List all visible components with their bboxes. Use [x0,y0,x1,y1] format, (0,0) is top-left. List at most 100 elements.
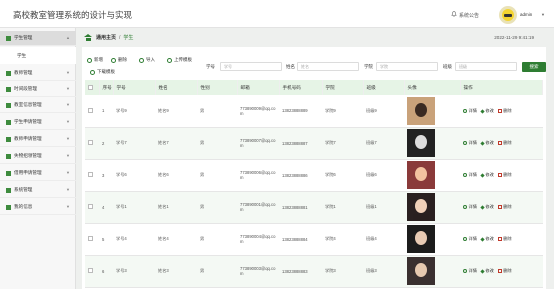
delete-row-button[interactable]: 删除 [497,108,512,114]
sidebar-item-time-slots[interactable]: 时间段管理 ▼ [0,82,76,97]
row-select-cell[interactable] [85,255,99,288]
chevron-down-icon: ▼ [66,102,70,107]
sidebar-item-borrow-requests[interactable]: 借用申请管理 ▼ [0,166,76,181]
delete-label: 删除 [503,235,512,241]
edit-button[interactable]: 修改 [480,236,494,242]
trash-icon [497,268,502,273]
row-checkbox[interactable] [88,107,93,113]
delete-row-button[interactable]: 删除 [497,140,512,146]
sidebar-item-teachers[interactable]: 教师管理 ▼ [0,66,76,81]
select-all-checkbox[interactable] [88,84,93,90]
table-row[interactable]: 1 学号9 姓名9 男 773890009@qq.com 13823888889 学院9 班级… [85,95,543,128]
cell-actions: 详情 修改 删除 [460,95,543,128]
cell-name: 姓名7 [155,127,197,160]
row-select-cell[interactable] [85,159,99,192]
view-details-button[interactable]: 详情 [463,108,477,114]
sidebar-subitem-students[interactable]: 学生 [0,47,76,64]
view-details-button[interactable]: 详情 [463,140,477,146]
delete-row-button[interactable]: 删除 [497,268,512,274]
table-row[interactable]: 6 学号3 姓名3 男 773890003@qq.com 13823888883 学院3 班级… [85,255,543,288]
user-avatar[interactable] [499,6,517,24]
edit-button[interactable]: 修改 [480,204,494,210]
delete-button[interactable]: 删除 [111,56,127,64]
row-checkbox[interactable] [88,268,93,273]
import-button[interactable]: 导入 [139,56,155,64]
row-checkbox[interactable] [88,140,93,145]
sidebar-item-my-info[interactable]: 我的信息 ▼ [0,200,76,215]
col-header: 性别 [197,80,238,95]
table-row[interactable]: 3 学号6 姓名6 男 773890006@qq.com 13823888886 学院6 班级… [85,159,543,192]
cell-college: 学院3 [322,255,363,288]
add-button[interactable]: 新增 [87,56,103,64]
sidebar-item-classrooms[interactable]: 教室信息管理 ▼ [0,98,76,113]
view-details-button[interactable]: 详情 [463,172,477,178]
cell-index: 5 [99,223,113,256]
edit-icon [480,205,485,210]
select-all-cell[interactable] [85,80,100,95]
delete-row-button[interactable]: 删除 [497,235,512,242]
sidebar-item-label: 借用申请管理 [14,170,42,175]
search-button[interactable]: 搜索 [522,62,546,72]
table-row[interactable]: 4 学号1 姓名1 男 773890001@qq.com 13823888881 学院1 班级… [85,191,543,224]
cell-avatar [404,191,460,224]
delete-label: 删除 [118,57,127,62]
row-select-cell[interactable] [85,191,99,224]
breadcrumb: 通用主页 / 学生 2022-11-29 9:41:19 [84,32,548,43]
upload-template-button[interactable]: 上传模板 [167,56,192,64]
breadcrumb-separator: / [119,34,121,41]
view-details-button[interactable]: 详情 [463,268,477,274]
home-icon[interactable] [84,34,92,41]
download-template-button[interactable]: 下载模板 [90,68,115,76]
row-select-cell[interactable] [85,95,99,128]
chevron-up-icon: ▲ [66,35,70,40]
row-checkbox[interactable] [88,236,93,241]
edit-button[interactable]: 修改 [480,268,494,274]
menu-grid-icon [6,70,11,76]
upload-label: 上传模板 [174,57,192,62]
sidebar-item-lost-found[interactable]: 失物招领管理 ▼ [0,149,76,164]
menu-grid-icon [6,153,11,159]
cell-index: 4 [99,191,113,224]
sidebar-item-label: 系统管理 [14,187,33,192]
notice-link[interactable]: 系统公告 [451,11,479,19]
cell-index: 1 [99,95,113,128]
sidebar-item-teacher-requests[interactable]: 教师申请管理 ▼ [0,132,76,147]
table-row[interactable]: 2 学号7 姓名7 男 773890007@qq.com 13823888887 学院7 班级… [85,127,543,160]
edit-button[interactable]: 修改 [480,140,494,146]
delete-row-button[interactable]: 删除 [497,204,512,210]
student-photo [407,257,435,285]
cell-email: 773890001@qq.com [237,191,279,224]
search-input-sid[interactable]: 学号 [220,62,282,71]
app-title: 高校教室管理系统的设计与实现 [13,10,133,20]
sidebar-item-students[interactable]: 学生管理 ▲ [0,31,76,46]
sidebar-subitem-label: 学生 [17,52,27,58]
search-input-name[interactable]: 姓名 [297,62,359,71]
search-input-college[interactable]: 学院 [376,62,438,71]
username[interactable]: admin [520,12,532,17]
delete-row-button[interactable]: 删除 [497,172,512,178]
download-icon [90,69,95,75]
row-checkbox[interactable] [88,172,93,177]
col-header: 学院 [322,80,364,95]
edit-button[interactable]: 修改 [480,172,494,178]
edit-button[interactable]: 修改 [480,108,494,114]
menu-grid-icon [6,35,11,41]
row-checkbox[interactable] [88,204,93,209]
breadcrumb-home[interactable]: 通用主页 [96,34,116,41]
sidebar-item-system[interactable]: 系统管理 ▼ [0,183,76,198]
search-input-class[interactable]: 班级 [455,62,517,71]
edit-icon [480,269,485,274]
edit-label: 修改 [485,108,494,113]
view-label: 详情 [468,107,477,113]
trash-icon [497,108,502,113]
view-details-button[interactable]: 详情 [463,204,477,210]
row-select-cell[interactable] [85,223,99,256]
notice-label: 系统公告 [459,12,480,19]
sidebar-item-student-requests[interactable]: 学生申请管理 ▼ [0,115,76,130]
table-row[interactable]: 5 学号4 姓名4 男 773890004@qq.com 13823888884 学院4 班级… [85,223,543,256]
cell-sex: 男 [197,191,237,224]
col-header: 手机号码 [279,80,323,95]
view-details-button[interactable]: 详情 [463,236,477,242]
user-dropdown-icon[interactable]: ▼ [541,12,545,17]
row-select-cell[interactable] [85,127,99,160]
